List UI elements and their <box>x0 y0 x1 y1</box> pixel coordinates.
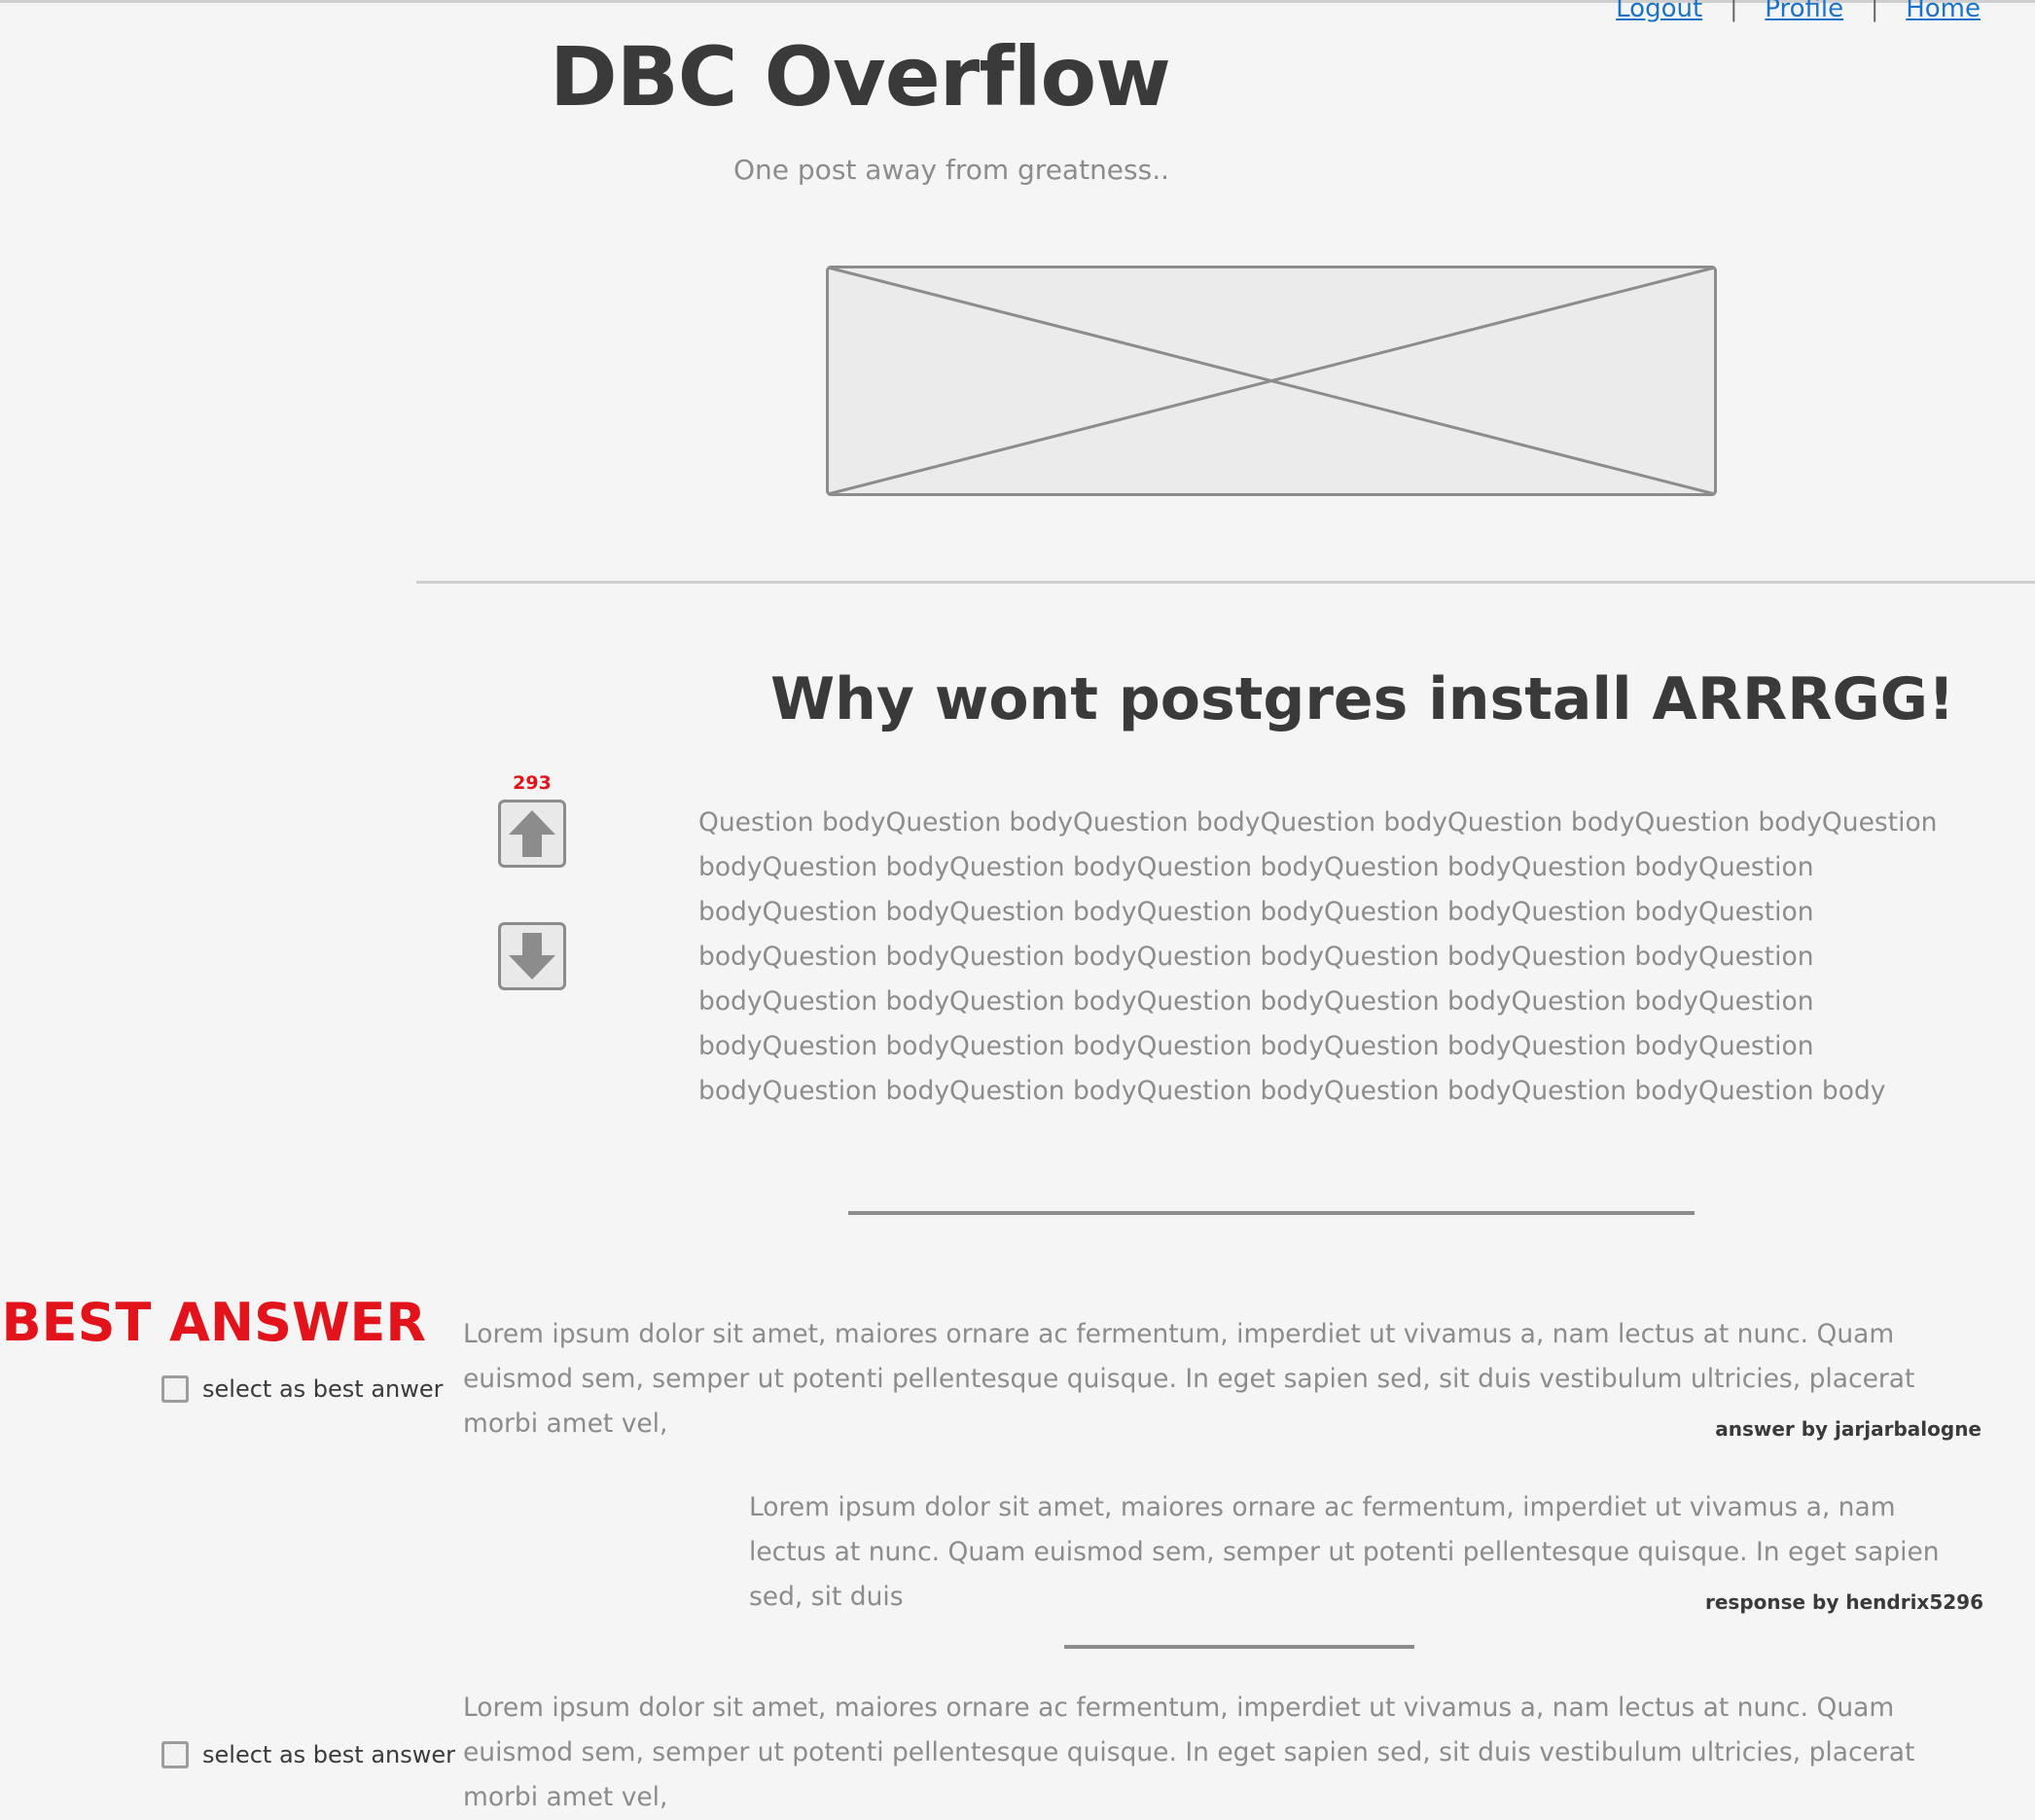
nav-separator: | <box>1730 0 1738 22</box>
answer-byline: answer by jarjarbalogne <box>1715 1417 1981 1441</box>
question-body: Question bodyQuestion bodyQuestion bodyQ… <box>698 807 1938 1106</box>
profile-link[interactable]: Profile <box>1765 0 1843 23</box>
upvote-button[interactable] <box>498 800 566 868</box>
downvote-button[interactable] <box>498 922 566 990</box>
site-title: DBC Overflow <box>550 29 1171 125</box>
best-answer-label: BEST ANSWER <box>1 1292 426 1353</box>
top-nav: Logout | Profile | Home <box>1616 0 1981 23</box>
vote-count: 293 <box>513 772 552 794</box>
answer-divider <box>1064 1645 1414 1649</box>
select-best-answer-row: select as best answer <box>161 1741 455 1768</box>
nav-separator: | <box>1871 0 1879 22</box>
checkbox-icon[interactable] <box>161 1741 189 1768</box>
select-best-answer-label: select as best answer <box>202 1741 456 1768</box>
question-title: Why wont postgres install ARRRGG! <box>770 665 1955 733</box>
image-placeholder-icon <box>826 266 1717 496</box>
home-link[interactable]: Home <box>1906 0 1981 23</box>
answer-body: Lorem ipsum dolor sit amet, maiores orna… <box>463 1693 1915 1812</box>
response-byline: response by hendrix5296 <box>1704 1590 1983 1614</box>
logout-link[interactable]: Logout <box>1616 0 1702 23</box>
question-divider <box>848 1211 1695 1215</box>
select-best-answer-row: select as best anwer <box>161 1375 444 1403</box>
header-divider <box>416 581 2035 584</box>
select-best-answer-label: select as best anwer <box>202 1375 444 1403</box>
checkbox-icon[interactable] <box>161 1375 189 1403</box>
site-tagline: One post away from greatness.. <box>733 154 1170 186</box>
